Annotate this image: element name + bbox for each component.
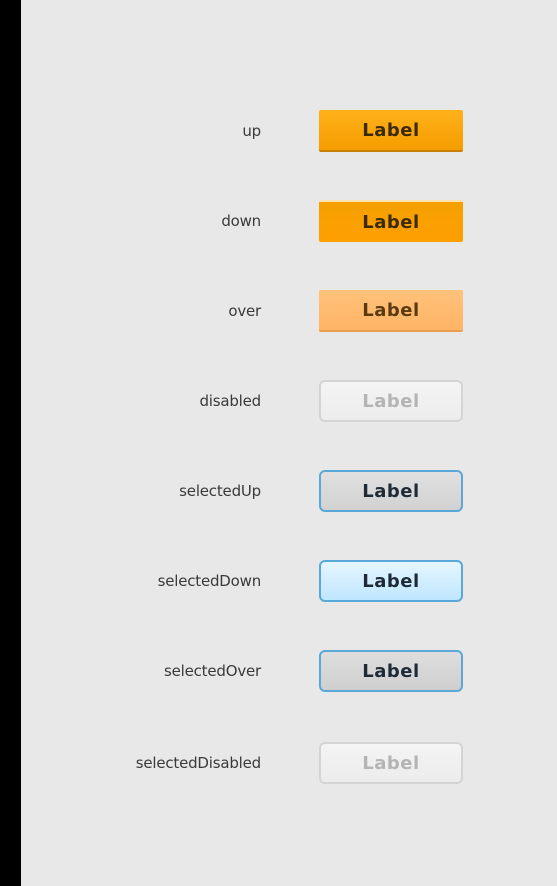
state-row-up: up Label	[21, 106, 557, 166]
state-row-selected-down: selectedDown Label	[21, 556, 557, 616]
state-row-selected-disabled: selectedDisabled Label	[21, 738, 557, 798]
state-label-up: up	[242, 122, 261, 140]
state-label-selected-over: selectedOver	[164, 662, 261, 680]
label-button-selected-disabled: Label	[319, 742, 463, 784]
state-label-selected-disabled: selectedDisabled	[135, 754, 261, 772]
state-label-over: over	[228, 302, 261, 320]
state-row-down: down Label	[21, 196, 557, 256]
state-label-selected-up: selectedUp	[179, 482, 261, 500]
state-row-selected-over: selectedOver Label	[21, 646, 557, 706]
state-label-disabled: disabled	[199, 392, 261, 410]
label-button-disabled: Label	[319, 380, 463, 422]
label-button-selected-over[interactable]: Label	[319, 650, 463, 692]
label-button-selected-down[interactable]: Label	[319, 560, 463, 602]
state-row-disabled: disabled Label	[21, 376, 557, 436]
state-label-selected-down: selectedDown	[157, 572, 262, 590]
label-button-selected-up[interactable]: Label	[319, 470, 463, 512]
state-row-over: over Label	[21, 286, 557, 346]
label-button-over[interactable]: Label	[319, 290, 463, 332]
label-button-down[interactable]: Label	[319, 200, 463, 242]
label-button-up[interactable]: Label	[319, 110, 463, 152]
button-states-panel: up Label down Label over Label disabled …	[21, 0, 557, 886]
state-label-down: down	[221, 212, 261, 230]
state-row-selected-up: selectedUp Label	[21, 466, 557, 526]
